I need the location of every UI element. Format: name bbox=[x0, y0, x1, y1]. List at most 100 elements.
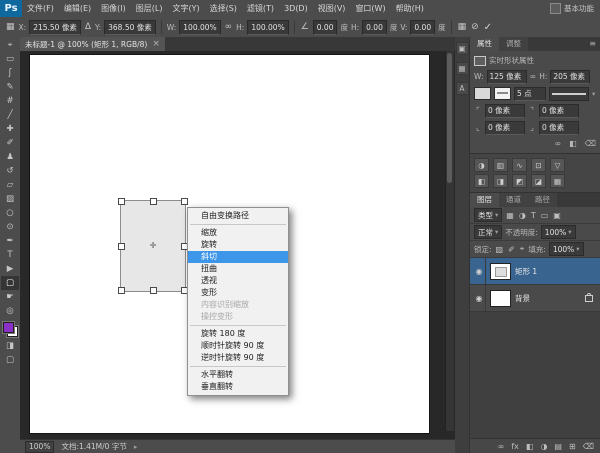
shape-height-field[interactable]: 205 像素 bbox=[550, 70, 590, 84]
radius-br-field[interactable]: 0 像素 bbox=[539, 121, 579, 135]
transform-handle-ne[interactable] bbox=[181, 198, 188, 205]
foreground-color-swatch[interactable] bbox=[3, 322, 14, 333]
warp-mode-toggle-icon[interactable]: ▦ bbox=[457, 22, 468, 32]
document-tab[interactable]: 未标题-1 @ 100% (矩形 1, RGB/8) × bbox=[20, 37, 165, 51]
layer-row-rectangle-1[interactable]: ◉ 矩形 1 bbox=[470, 258, 600, 285]
lock-position-icon[interactable]: ⌖ bbox=[519, 244, 526, 254]
visibility-eye-icon[interactable]: ◉ bbox=[473, 285, 486, 311]
cm-perspective[interactable]: 透视 bbox=[188, 275, 288, 287]
layer-filter-select[interactable]: 类型 ▾ bbox=[474, 208, 502, 222]
adjustment-hue-saturation-icon[interactable]: ◧ bbox=[474, 174, 489, 188]
cm-distort[interactable]: 扭曲 bbox=[188, 263, 288, 275]
type-tool[interactable]: T bbox=[1, 248, 19, 262]
marquee-tool[interactable]: ▭ bbox=[1, 52, 19, 66]
zoom-level-field[interactable]: 100% bbox=[25, 441, 54, 453]
cm-scale[interactable]: 缩放 bbox=[188, 227, 288, 239]
move-tool[interactable]: ⌖ bbox=[1, 38, 19, 52]
layer-row-background[interactable]: ◉ 背景 bbox=[470, 285, 600, 312]
menu-edit[interactable]: 编辑(E) bbox=[59, 0, 96, 17]
color-panel-icon[interactable]: ▣ bbox=[456, 42, 469, 55]
shape-stroke-swatch[interactable] bbox=[494, 87, 511, 100]
new-layer-icon[interactable]: ⊞ bbox=[569, 442, 576, 451]
filter-adjustment-layers-icon[interactable]: ◑ bbox=[518, 211, 527, 220]
cm-free-transform-path[interactable]: 自由变换路径 bbox=[188, 210, 288, 222]
panel-menu-icon[interactable]: ≡ bbox=[585, 37, 600, 51]
adjustment-exposure-icon[interactable]: ⊡ bbox=[531, 158, 546, 172]
radius-tr-field[interactable]: 0 像素 bbox=[539, 104, 579, 118]
layer-name[interactable]: 背景 bbox=[515, 293, 530, 304]
hand-tool[interactable]: ☛ bbox=[1, 290, 19, 304]
transform-handle-sw[interactable] bbox=[118, 287, 125, 294]
tab-channels[interactable]: 通道 bbox=[499, 193, 528, 207]
adjustment-levels-icon[interactable]: ▥ bbox=[493, 158, 508, 172]
adjustment-curves-icon[interactable]: ∿ bbox=[512, 158, 527, 172]
cm-skew[interactable]: 斜切 bbox=[188, 251, 288, 263]
layer-thumbnail[interactable] bbox=[490, 263, 511, 280]
menu-3d[interactable]: 3D(D) bbox=[279, 0, 313, 17]
mask-button-icon[interactable]: ◧ bbox=[569, 139, 577, 148]
layer-style-fx-icon[interactable]: fx bbox=[511, 442, 519, 451]
stroke-type-select[interactable] bbox=[549, 87, 589, 101]
cm-rotate-180[interactable]: 旋转 180 度 bbox=[188, 328, 288, 340]
new-adjustment-layer-icon[interactable]: ◑ bbox=[540, 442, 547, 451]
radius-tl-field[interactable]: 0 像素 bbox=[485, 104, 525, 118]
close-tab-icon[interactable]: × bbox=[152, 39, 160, 49]
transform-y-field[interactable]: 368.50 像素 bbox=[104, 20, 156, 35]
menu-layer[interactable]: 图层(L) bbox=[131, 0, 168, 17]
link-dimensions-icon[interactable]: ∞ bbox=[530, 72, 537, 81]
quick-selection-tool[interactable]: ✎ bbox=[1, 80, 19, 94]
pen-tool[interactable]: ✒ bbox=[1, 234, 19, 248]
eraser-tool[interactable]: ▱ bbox=[1, 178, 19, 192]
transform-bounding-box[interactable]: ✛ bbox=[120, 200, 186, 292]
menu-filter[interactable]: 滤镜(T) bbox=[242, 0, 279, 17]
transform-w-field[interactable]: 100.00% bbox=[179, 20, 220, 35]
menu-view[interactable]: 视图(V) bbox=[313, 0, 351, 17]
tab-layers[interactable]: 图层 bbox=[470, 193, 499, 207]
swatches-panel-icon[interactable]: ▦ bbox=[456, 62, 469, 75]
cm-rotate[interactable]: 旋转 bbox=[188, 239, 288, 251]
delete-layer-icon[interactable]: ⌫ bbox=[583, 442, 594, 451]
vskew-field[interactable]: 0.00 bbox=[410, 20, 435, 35]
menu-image[interactable]: 图像(I) bbox=[96, 0, 131, 17]
adjustment-brightness-contrast-icon[interactable]: ◑ bbox=[474, 158, 489, 172]
screen-mode-icon[interactable]: ▢ bbox=[1, 353, 19, 367]
eyedropper-tool[interactable]: ╱ bbox=[1, 108, 19, 122]
healing-brush-tool[interactable]: ✚ bbox=[1, 122, 19, 136]
shape-fill-swatch[interactable] bbox=[474, 87, 491, 100]
shape-tool[interactable]: ▢ bbox=[1, 276, 19, 290]
opacity-select[interactable]: 100% ▾ bbox=[541, 225, 576, 239]
tab-adjustments[interactable]: 调整 bbox=[499, 37, 528, 51]
dodge-tool[interactable]: ⊙ bbox=[1, 220, 19, 234]
adjustment-channel-mixer-icon[interactable]: ▦ bbox=[550, 174, 565, 188]
character-panel-icon[interactable]: A bbox=[456, 82, 469, 95]
brush-tool[interactable]: ✐ bbox=[1, 136, 19, 150]
link-layers-icon[interactable]: ∞ bbox=[498, 442, 505, 451]
reference-point-locator-icon[interactable]: ▦ bbox=[5, 22, 16, 32]
menu-file[interactable]: 文件(F) bbox=[22, 0, 59, 17]
link-radius-icon[interactable]: ∞ bbox=[554, 139, 561, 148]
cm-flip-horizontal[interactable]: 水平翻转 bbox=[188, 369, 288, 381]
menu-window[interactable]: 窗口(W) bbox=[350, 0, 390, 17]
transform-reference-point[interactable]: ✛ bbox=[150, 242, 157, 250]
stroke-width-field[interactable]: 5 点 bbox=[514, 87, 546, 101]
menu-select[interactable]: 选择(S) bbox=[205, 0, 242, 17]
hskew-field[interactable]: 0.00 bbox=[362, 20, 387, 35]
add-layer-mask-icon[interactable]: ◧ bbox=[526, 442, 534, 451]
cm-warp[interactable]: 变形 bbox=[188, 287, 288, 299]
workspace-switcher[interactable]: 基本功能 bbox=[550, 3, 594, 14]
menu-help[interactable]: 帮助(H) bbox=[391, 0, 429, 17]
filter-pixel-layers-icon[interactable]: ▦ bbox=[505, 211, 515, 220]
tab-properties[interactable]: 属性 bbox=[470, 37, 499, 51]
lock-transparent-pixels-icon[interactable]: ▨ bbox=[495, 245, 505, 254]
new-group-icon[interactable]: ▤ bbox=[554, 442, 562, 451]
clone-stamp-tool[interactable]: ♟ bbox=[1, 150, 19, 164]
layer-thumbnail[interactable] bbox=[490, 290, 511, 307]
blur-tool[interactable]: ○ bbox=[1, 206, 19, 220]
crop-tool[interactable]: # bbox=[1, 94, 19, 108]
filter-type-layers-icon[interactable]: T bbox=[530, 211, 537, 220]
relative-position-delta-icon[interactable]: Δ bbox=[84, 22, 92, 32]
cm-rotate-90-cw[interactable]: 顺时针旋转 90 度 bbox=[188, 340, 288, 352]
adjustment-vibrance-icon[interactable]: ▽ bbox=[550, 158, 565, 172]
radius-bl-field[interactable]: 0 像素 bbox=[485, 121, 525, 135]
shape-width-field[interactable]: 125 像素 bbox=[487, 70, 527, 84]
